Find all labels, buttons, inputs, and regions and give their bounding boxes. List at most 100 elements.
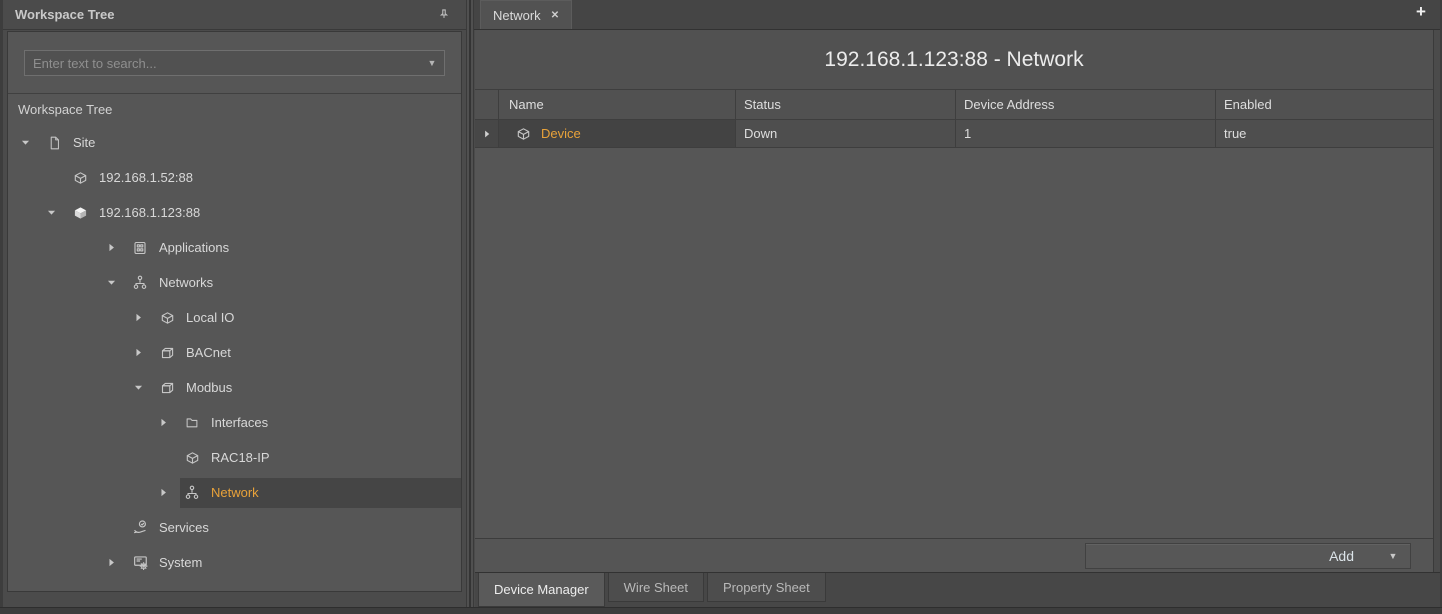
tree-item-label: System [159,555,202,570]
system-icon [130,555,150,571]
view-tab-property-sheet[interactable]: Property Sheet [707,573,826,602]
column-header-status[interactable]: Status [736,90,956,119]
tree-item-content: Local IO [155,303,461,333]
tree-selection-highlight: Network [180,478,461,508]
tree-item-label: Interfaces [211,415,268,430]
cell-enabled[interactable]: true [1216,120,1433,147]
expander-collapsed-icon[interactable] [129,346,155,359]
tree-item-content: 192.168.1.123:88 [68,198,461,228]
tree-item-192-168-1-52-88[interactable]: 192.168.1.52:88 [8,160,461,195]
grid-header-row: NameStatusDevice AddressEnabled [475,90,1433,120]
box3d-icon [157,345,177,361]
view-tabstrip: Device Manager Wire Sheet Property Sheet [475,572,1442,607]
dock-caption-title: Workspace Tree [15,7,114,22]
expander-expanded-icon[interactable] [42,206,68,219]
expander-expanded-icon[interactable] [16,136,42,149]
tree-item-bacnet[interactable]: BACnet [8,335,461,370]
view-tab-device-manager[interactable]: Device Manager [478,573,605,607]
tree-item-content: 192.168.1.52:88 [68,163,461,193]
tree-item-applications[interactable]: Applications [8,230,461,265]
tree-item-content: Applications [128,233,461,263]
workspace-tree-body: ▼ Workspace Tree Site 192.168.1.52:88 192.… [7,31,462,592]
folder-icon [182,415,202,431]
tree-item-label: 192.168.1.52:88 [99,170,193,185]
tree-item-label: RAC18-IP [211,450,270,465]
expander-collapsed-icon[interactable] [102,241,128,254]
row-indicator-arrow-icon [475,120,499,147]
add-caret-down-icon[interactable]: ▼ [1376,551,1410,561]
expander-collapsed-icon[interactable] [129,311,155,324]
tree-item-modbus[interactable]: Modbus [8,370,461,405]
view-title-band: 192.168.1.123:88 - Network [475,30,1433,90]
tree-item-network[interactable]: Network [8,475,461,510]
tree-item-content: Networks [128,268,461,298]
new-tab-plus-icon[interactable]: + [1412,3,1430,20]
tree-item-content: System [128,548,461,578]
expander-expanded-icon[interactable] [102,276,128,289]
add-button[interactable]: Add ▼ [1085,543,1411,569]
device-manager-view: 192.168.1.123:88 - Network NameStatusDev… [475,30,1434,572]
document-tabstrip: Network ✕ + [474,0,1442,30]
tree-item-content: BACnet [155,338,461,368]
tree-item-services[interactable]: Services [8,510,461,545]
tree-section-label: Workspace Tree [8,94,461,124]
document-panel: Network ✕ + 192.168.1.123:88 - Network Na… [474,0,1442,614]
tree-item-content: Services [128,513,461,543]
workspace-tree: Site 192.168.1.52:88 192.168.1.123:88 Appli… [8,125,461,591]
tree-item-interfaces[interactable]: Interfaces [8,405,461,440]
panel-splitter[interactable] [466,0,474,607]
document-tab-network[interactable]: Network ✕ [480,0,572,29]
tree-item-192-168-1-123-88[interactable]: 192.168.1.123:88 [8,195,461,230]
expander-collapsed-icon[interactable] [154,416,180,429]
expander-collapsed-icon[interactable] [102,556,128,569]
view-tab-wire-sheet[interactable]: Wire Sheet [608,573,704,602]
apps-grid-icon [130,240,150,256]
grid-rows: Device Down1true [475,120,1433,148]
grid-footer-bar: Add ▼ [475,538,1433,572]
cube-wire-icon [513,126,533,142]
workspace-tree-panel: Workspace Tree ▼ Workspace Tree Site 192.… [3,0,466,607]
column-header-enabled[interactable]: Enabled [1216,90,1433,119]
view-tab-label: Wire Sheet [624,580,688,595]
cell-status[interactable]: Down [736,120,956,147]
pin-icon[interactable] [434,5,454,25]
expander-collapsed-icon[interactable] [154,486,180,499]
search-input[interactable] [25,56,420,71]
device-name-label: Device [541,126,581,141]
cell-device-address[interactable]: 1 [956,120,1216,147]
tree-item-label: Local IO [186,310,234,325]
table-row[interactable]: Device Down1true [475,120,1433,148]
tree-item-label: Applications [159,240,229,255]
tree-item-rac18-ip[interactable]: RAC18-IP [8,440,461,475]
window-bottom-edge [0,607,1442,614]
view-title: 192.168.1.123:88 - Network [824,48,1083,72]
tree-item-label: Site [73,135,95,150]
expander-expanded-icon[interactable] [129,381,155,394]
document-tab-label: Network [493,8,541,23]
tree-item-content: Modbus [155,373,461,403]
tree-item-site[interactable]: Site [8,125,461,160]
tree-item-content: Site [42,128,461,158]
dock-caption-bar: Workspace Tree [3,0,466,30]
cube-wire-icon [157,310,177,326]
search-caret-down-icon[interactable]: ▼ [420,58,444,68]
column-header-device-address[interactable]: Device Address [956,90,1216,119]
tree-item-networks[interactable]: Networks [8,265,461,300]
network-icon [182,485,202,501]
view-tab-label: Property Sheet [723,580,810,595]
cube-solid-icon [70,205,90,221]
tree-item-content: RAC18-IP [180,443,461,473]
tree-item-label: 192.168.1.123:88 [99,205,200,220]
close-icon[interactable]: ✕ [551,10,559,21]
column-header-name[interactable]: Name [499,90,736,119]
cell-name[interactable]: Device [499,120,736,147]
search-combo[interactable]: ▼ [24,50,445,76]
tree-item-system[interactable]: System [8,545,461,580]
tree-item-local-io[interactable]: Local IO [8,300,461,335]
tree-item-label: Networks [159,275,213,290]
tree-item-label: BACnet [186,345,231,360]
row-indicator-header [475,90,499,119]
services-icon [130,520,150,536]
cube-wire-icon [182,450,202,466]
search-area: ▼ [8,32,461,94]
